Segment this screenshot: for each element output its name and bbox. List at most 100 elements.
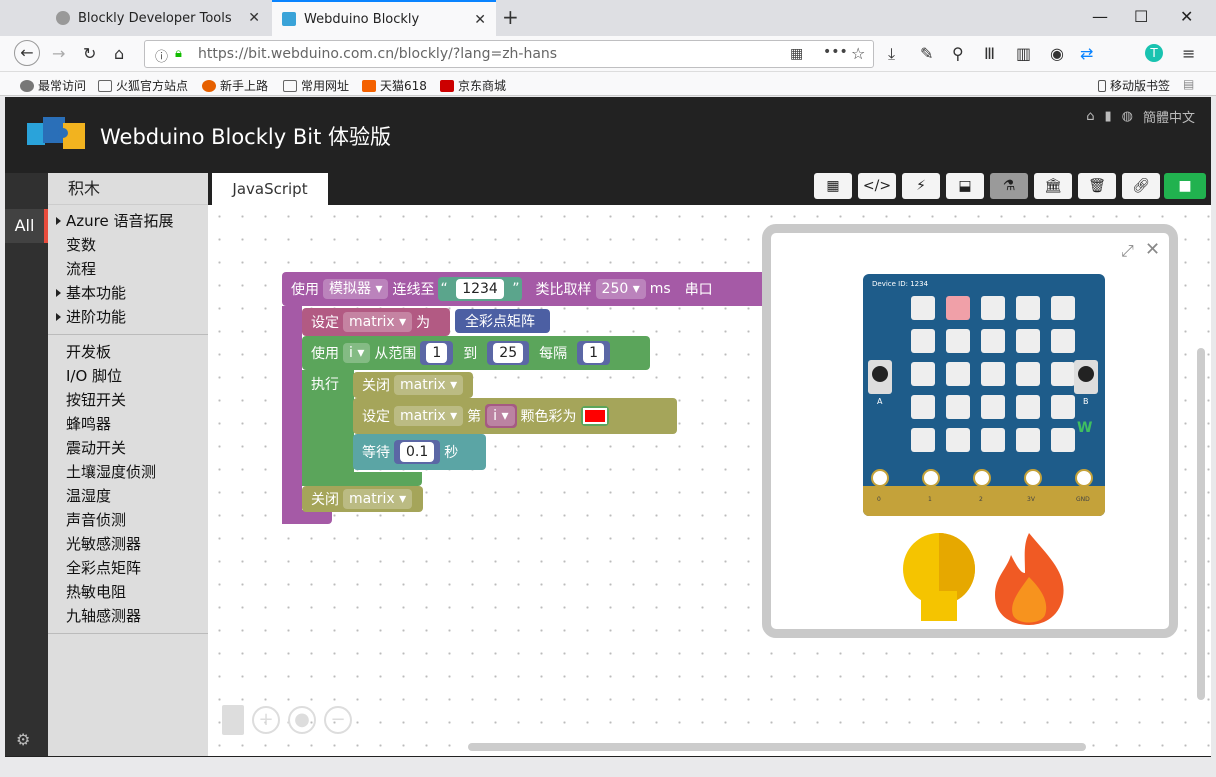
globe-icon[interactable]: ◍ <box>1122 109 1133 124</box>
bookmark-item[interactable]: 京东商城 <box>440 77 506 94</box>
flash-button[interactable]: ⚡ <box>902 173 940 199</box>
category-soil[interactable]: 土壤湿度侦测 <box>48 460 208 484</box>
category-board[interactable]: 开发板 <box>48 340 208 364</box>
forward-icon[interactable]: → <box>52 44 65 63</box>
tab-blockly-dev[interactable]: Blockly Developer Tools ✕ <box>46 0 270 36</box>
set-matrix-block[interactable]: 设定 matrix ▾ 为 <box>302 308 450 336</box>
language-select[interactable]: 簡體中文 <box>1143 107 1195 126</box>
bookmark-item[interactable]: 天猫618 <box>362 77 427 94</box>
star-icon[interactable]: ☆ <box>851 44 865 63</box>
sync-icon[interactable]: ⇄ <box>1080 44 1093 63</box>
home-icon[interactable]: ⌂ <box>1086 109 1094 124</box>
category-light[interactable]: 光敏感测器 <box>48 532 208 556</box>
close-icon[interactable]: ✕ <box>474 12 486 28</box>
category-sound[interactable]: 声音侦测 <box>48 508 208 532</box>
pin-3v[interactable] <box>1024 469 1042 487</box>
bookmark-item[interactable]: 常用网址 <box>283 77 349 94</box>
all-button[interactable]: All <box>5 209 48 243</box>
for-range-block[interactable]: 使用 i ▾ 从范围 1 到 25 每隔 1 <box>302 336 650 370</box>
bookmark-item[interactable]: 最常访问 <box>20 77 86 94</box>
horizontal-scrollbar[interactable] <box>468 743 1086 751</box>
tab-javascript[interactable]: JavaScript <box>212 173 328 205</box>
zoom-out-icon[interactable]: − <box>324 706 352 734</box>
bookmark-item[interactable]: 火狐官方站点 <box>98 77 188 94</box>
minimize-icon[interactable]: — <box>1092 7 1108 26</box>
info-icon[interactable]: ⓘ <box>155 46 168 65</box>
qr-icon[interactable]: ▦ <box>790 46 803 62</box>
more-icon[interactable]: ••• <box>823 44 848 60</box>
close-icon[interactable]: ✕ <box>1145 239 1160 260</box>
pin-0[interactable] <box>871 469 889 487</box>
full-color-matrix-block[interactable]: 全彩点矩阵 <box>455 309 550 333</box>
vertical-scrollbar[interactable] <box>1197 348 1205 700</box>
pin-1[interactable] <box>922 469 940 487</box>
sidebar-icon[interactable]: ▥ <box>1016 44 1031 63</box>
tab-webduino[interactable]: Webduino Blockly ✕ <box>272 0 496 36</box>
close-matrix-block-2[interactable]: 关闭 matrix ▾ <box>302 486 423 512</box>
category-button[interactable]: 按钮开关 <box>48 388 208 412</box>
save-button[interactable]: ⬓ <box>946 173 984 199</box>
color-picker[interactable] <box>580 406 609 426</box>
url-text[interactable]: https://bit.webduino.com.cn/blockly/?lan… <box>198 46 557 62</box>
led-pixel <box>946 362 970 386</box>
link-button[interactable]: 🔗︎ <box>1122 173 1160 199</box>
sample-rate-dropdown[interactable]: 250 ▾ <box>595 279 646 299</box>
category-io[interactable]: I/O 脚位 <box>48 364 208 388</box>
new-tab-icon[interactable]: + <box>502 5 519 29</box>
category-basic[interactable]: 基本功能 <box>48 281 208 305</box>
back-icon[interactable]: ← <box>14 40 40 66</box>
close-matrix-block[interactable]: 关闭 matrix ▾ <box>353 372 473 398</box>
led-pixel <box>981 395 1005 419</box>
download-icon[interactable]: ⤓ <box>888 44 895 64</box>
library-icon[interactable]: Ⅲ <box>984 44 995 63</box>
board-type-dropdown[interactable]: 模拟器 ▾ <box>323 279 389 299</box>
device-id-string[interactable]: “ 1234 ” <box>438 277 522 301</box>
flask-button[interactable]: ⚗ <box>990 173 1028 199</box>
home-icon[interactable]: ⌂ <box>114 44 124 63</box>
maximize-icon[interactable]: ☐ <box>1134 7 1148 26</box>
trash-icon[interactable] <box>222 705 244 735</box>
category-nine-axis[interactable]: 九轴感测器 <box>48 604 208 628</box>
wait-block[interactable]: 等待 0.1 秒 <box>353 434 486 470</box>
category-thermistor[interactable]: 热敏电阻 <box>48 580 208 604</box>
category-flow[interactable]: 流程 <box>48 257 208 281</box>
led-pixel <box>911 362 935 386</box>
close-window-icon[interactable]: ✕ <box>1180 7 1193 26</box>
app-title: Webduino Blockly Bit 体验版 <box>100 125 391 149</box>
bookmark-extra-icon[interactable]: ▤ <box>1183 77 1194 91</box>
category-variables[interactable]: 变数 <box>48 233 208 257</box>
close-icon[interactable]: ✕ <box>248 10 260 26</box>
category-shake[interactable]: 震动开关 <box>48 436 208 460</box>
category-dht[interactable]: 温湿度 <box>48 484 208 508</box>
reload-icon[interactable]: ↻ <box>83 44 96 63</box>
stop-button[interactable]: ■ <box>1164 173 1206 199</box>
search-icon[interactable]: ⚲ <box>952 44 964 63</box>
category-advanced[interactable]: 进阶功能 <box>48 305 208 329</box>
extension-icon[interactable]: T <box>1145 44 1163 62</box>
menu-icon[interactable]: ≡ <box>1182 44 1195 63</box>
account-icon[interactable]: ◉ <box>1050 44 1064 63</box>
book-icon[interactable]: ▮ <box>1104 109 1111 124</box>
tab-title: Blockly Developer Tools <box>78 10 232 26</box>
expand-icon[interactable]: ⤢ <box>1121 241 1134 261</box>
pin-2[interactable] <box>973 469 991 487</box>
zoom-reset-icon[interactable]: ● <box>288 706 316 734</box>
category-buzzer[interactable]: 蜂鸣器 <box>48 412 208 436</box>
loop-var-dropdown[interactable]: i ▾ <box>343 343 371 363</box>
settings-gear-icon[interactable]: ⚙ <box>16 730 30 749</box>
code-button[interactable]: </> <box>858 173 896 199</box>
url-bar[interactable]: ⓘ 🔒︎ https://bit.webduino.com.cn/blockly… <box>144 40 874 68</box>
library-button[interactable]: 🏛︎ <box>1034 173 1072 199</box>
category-matrix[interactable]: 全彩点矩阵 <box>48 556 208 580</box>
zoom-in-icon[interactable]: + <box>252 706 280 734</box>
qr-code-button[interactable]: ▦ <box>814 173 852 199</box>
board-connect-block[interactable]: 使用 模拟器 ▾ 连线至 “ 1234 ” 类比取样 250 ▾ ms 串口 <box>282 272 772 306</box>
category-azure[interactable]: Azure 语音拓展 <box>48 209 208 233</box>
wrench-icon[interactable]: ✎ <box>920 44 933 63</box>
set-pixel-color-block[interactable]: 设定 matrix ▾ 第 i ▾ 颗色彩为 <box>353 398 677 434</box>
pin-gnd[interactable] <box>1075 469 1093 487</box>
matrix-var-dropdown[interactable]: matrix ▾ <box>343 312 413 332</box>
trash-button[interactable]: 🗑︎ <box>1078 173 1116 199</box>
mobile-bookmarks[interactable]: 移动版书签 <box>1098 77 1170 94</box>
bookmark-item[interactable]: 新手上路 <box>202 77 268 94</box>
